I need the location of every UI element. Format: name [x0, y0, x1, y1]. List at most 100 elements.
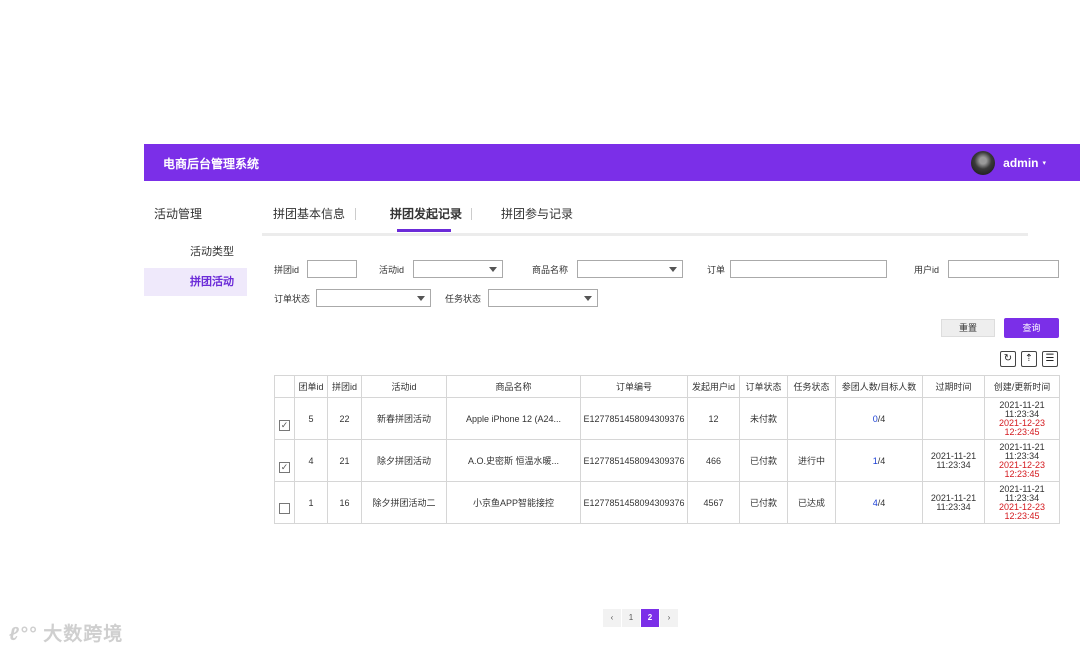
group-records-table: 团单id 拼团id 活动id 商品名称 订单编号 发起用户id 订单状态 任务状… [274, 375, 1060, 524]
cell-expire-time [922, 397, 985, 440]
reset-button[interactable]: 重置 [941, 319, 995, 337]
chevron-down-icon[interactable]: ▾ [1042, 159, 1046, 167]
export-icon[interactable]: ⇡ [1021, 351, 1037, 367]
column-header-task-status[interactable]: 任务状态 [787, 375, 836, 398]
table-row[interactable]: 1 16 除夕拼团活动二 小京鱼APP智能接控 E127785145809430… [274, 481, 1060, 524]
cell-activity: 新春拼团活动 [361, 397, 447, 440]
cell-order-no: E1277851458094309376 [580, 397, 688, 440]
cell-order-status: 已付款 [739, 439, 788, 482]
cell-group-id: 22 [327, 397, 362, 440]
column-header-created-updated[interactable]: 创建/更新时间 [984, 375, 1060, 398]
cell-participants: 4/4 [835, 481, 923, 524]
sidebar-title[interactable]: 活动管理 [154, 205, 202, 222]
column-header-order-status[interactable]: 订单状态 [739, 375, 788, 398]
tab-divider [471, 208, 472, 220]
column-header-group-id[interactable]: 拼团id [327, 375, 362, 398]
tab-group-launch-records[interactable]: 拼团发起记录 [390, 205, 462, 222]
column-header-order-no[interactable]: 订单编号 [580, 375, 688, 398]
columns-icon[interactable]: ☰ [1042, 351, 1058, 367]
cell-activity: 除夕拼团活动 [361, 439, 447, 482]
page-2-button[interactable]: 2 [641, 609, 659, 627]
updated-clock: 12:23:45 [1004, 510, 1040, 521]
row-checkbox[interactable]: ✓ [279, 420, 290, 431]
tab-bar: 拼团基本信息 拼团发起记录 拼团参与记录 [262, 201, 1028, 236]
cell-user-id: 12 [687, 397, 740, 440]
cell-order-no: E1277851458094309376 [580, 481, 688, 524]
task-status-select[interactable] [488, 289, 598, 307]
cell-team-id: 1 [294, 481, 328, 524]
cell-created-updated: 2021-11-21 11:23:34 2021-12-23 12:23:45 [984, 397, 1060, 440]
cell-task-status: 已达成 [787, 481, 836, 524]
user-name[interactable]: admin [1003, 156, 1038, 170]
cell-team-id: 5 [294, 397, 328, 440]
cell-activity: 除夕拼团活动二 [361, 481, 447, 524]
cell-created-updated: 2021-11-21 11:23:34 2021-12-23 12:23:45 [984, 481, 1060, 524]
user-menu[interactable]: admin ▾ [971, 151, 1046, 175]
target-count: /4 [877, 413, 886, 424]
table-header-row: 团单id 拼团id 活动id 商品名称 订单编号 发起用户id 订单状态 任务状… [274, 375, 1060, 398]
watermark-text: 大数跨境 [43, 624, 124, 645]
cell-product: Apple iPhone 12 (A24... [446, 397, 581, 440]
user-id-input[interactable] [948, 260, 1059, 278]
filter-label-group-id: 拼团id [274, 265, 300, 275]
filter-label-task-status: 任务状态 [445, 294, 482, 304]
group-id-input[interactable] [307, 260, 357, 278]
cell-task-status: 进行中 [787, 439, 836, 482]
target-count: /4 [877, 497, 886, 508]
sidebar-item-group-activity[interactable]: 拼团活动 [144, 268, 247, 296]
row-checkbox[interactable] [279, 503, 290, 514]
next-page-button[interactable]: › [660, 609, 678, 627]
table-row[interactable]: ✓ 4 21 除夕拼团活动 A.O.史密斯 恒温水暖... E127785145… [274, 439, 1060, 482]
cell-team-id: 4 [294, 439, 328, 482]
watermark: ℓ°° 大数跨境 [9, 619, 123, 646]
table-row[interactable]: ✓ 5 22 新春拼团活动 Apple iPhone 12 (A24... E1… [274, 397, 1060, 440]
cell-order-status: 已付款 [739, 481, 788, 524]
expire-clock: 11:23:34 [936, 501, 971, 512]
row-checkbox-cell[interactable] [274, 481, 295, 524]
filter-label-order-status: 订单状态 [274, 294, 311, 304]
column-header-user-id[interactable]: 发起用户id [687, 375, 740, 398]
tab-group-join-records[interactable]: 拼团参与记录 [501, 205, 573, 222]
activity-id-select[interactable] [413, 260, 503, 278]
order-input[interactable] [730, 260, 887, 278]
row-checkbox-cell[interactable]: ✓ [274, 439, 295, 482]
active-tab-indicator [397, 229, 451, 232]
cell-expire-time: 2021-11-21 11:23:34 [922, 439, 985, 482]
column-header-participants[interactable]: 参团人数/目标人数 [835, 375, 923, 398]
cell-user-id: 466 [687, 439, 740, 482]
tab-group-basic-info[interactable]: 拼团基本信息 [273, 205, 345, 222]
cell-group-id: 21 [327, 439, 362, 482]
chevron-down-icon [417, 296, 425, 301]
prev-page-button[interactable]: ‹ [603, 609, 621, 627]
pagination: ‹ 1 2 › [603, 609, 679, 627]
updated-clock: 12:23:45 [1004, 426, 1040, 437]
product-name-select[interactable] [577, 260, 683, 278]
cell-participants: 0/4 [835, 397, 923, 440]
updated-clock: 12:23:45 [1004, 468, 1040, 479]
top-header: 电商后台管理系统 admin ▾ [144, 144, 1080, 181]
sidebar-item-activity-type[interactable]: 活动类型 [144, 238, 247, 266]
cell-created-updated: 2021-11-21 11:23:34 2021-12-23 12:23:45 [984, 439, 1060, 482]
row-checkbox[interactable]: ✓ [279, 462, 290, 473]
watermark-logo: ℓ°° [9, 624, 38, 645]
filter-label-order: 订单 [707, 265, 726, 275]
cell-participants: 1/4 [835, 439, 923, 482]
avatar[interactable] [971, 151, 996, 175]
column-header-product-name[interactable]: 商品名称 [446, 375, 581, 398]
query-button[interactable]: 查询 [1004, 318, 1059, 338]
page-1-button[interactable]: 1 [622, 609, 640, 627]
row-checkbox-cell[interactable]: ✓ [274, 397, 295, 440]
tab-divider [355, 208, 356, 220]
filter-label-user-id: 用户id [914, 265, 940, 275]
cell-product: A.O.史密斯 恒温水暖... [446, 439, 581, 482]
cell-product: 小京鱼APP智能接控 [446, 481, 581, 524]
column-header-activity-id[interactable]: 活动id [361, 375, 447, 398]
column-header-team-id[interactable]: 团单id [294, 375, 328, 398]
expire-clock: 11:23:34 [936, 459, 971, 470]
chevron-down-icon [489, 267, 497, 272]
order-status-select[interactable] [316, 289, 431, 307]
refresh-icon[interactable]: ↻ [1000, 351, 1016, 367]
cell-order-status: 未付款 [739, 397, 788, 440]
column-header-expire-time[interactable]: 过期时间 [922, 375, 985, 398]
cell-order-no: E1277851458094309376 [580, 439, 688, 482]
